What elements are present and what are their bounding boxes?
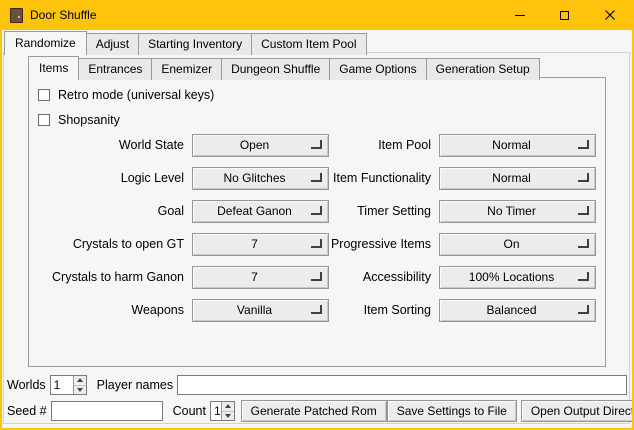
count-spinner[interactable]: 1: [210, 401, 235, 421]
open-output-directory-button[interactable]: Open Output Directory: [521, 400, 634, 422]
spinner-up-icon[interactable]: [222, 402, 234, 412]
sub-tab-bar: Items Entrances Enemizer Dungeon Shuffle…: [28, 56, 540, 80]
retro-mode-label: Retro mode (universal keys): [58, 88, 214, 102]
titlebar: Door Shuffle: [2, 0, 632, 30]
maximize-icon: [560, 11, 569, 20]
close-icon: [605, 10, 615, 20]
shopsanity-checkbox[interactable]: Shopsanity: [38, 112, 120, 128]
item-sorting-dropdown[interactable]: Balanced: [439, 299, 596, 322]
progressive-items-value: On: [440, 234, 595, 255]
worlds-label: Worlds: [7, 378, 46, 392]
seed-input[interactable]: [51, 401, 163, 421]
tab-generation-setup[interactable]: Generation Setup: [426, 58, 540, 80]
seed-label: Seed #: [7, 404, 47, 418]
option-row: Crystals to open GT 7 Progressive Items …: [29, 233, 605, 256]
tab-dungeon-shuffle[interactable]: Dungeon Shuffle: [221, 58, 330, 80]
accessibility-label: Accessibility: [277, 266, 431, 289]
maximize-button[interactable]: [542, 0, 587, 30]
option-row: Logic Level No Glitches Item Functionali…: [29, 167, 605, 190]
checkbox-box-icon: [38, 114, 50, 126]
tab-custom-item-pool[interactable]: Custom Item Pool: [251, 33, 366, 55]
main-tab-bar: Randomize Adjust Starting Inventory Cust…: [4, 31, 367, 55]
goal-label: Goal: [29, 200, 184, 223]
count-value: 1: [211, 402, 221, 420]
dropdown-indicator-icon: [578, 140, 589, 149]
spinner-down-icon[interactable]: [222, 412, 234, 421]
player-names-input[interactable]: [177, 375, 627, 395]
option-row: Goal Defeat Ganon Timer Setting No Timer: [29, 200, 605, 223]
timer-setting-label: Timer Setting: [277, 200, 431, 223]
crystals-open-gt-label: Crystals to open GT: [29, 233, 184, 256]
spinner-down-icon[interactable]: [74, 386, 86, 395]
tab-starting-inventory[interactable]: Starting Inventory: [138, 33, 252, 55]
progressive-items-dropdown[interactable]: On: [439, 233, 596, 256]
item-functionality-value: Normal: [440, 168, 595, 189]
generate-patched-rom-button[interactable]: Generate Patched Rom: [241, 400, 387, 422]
item-sorting-value: Balanced: [440, 300, 595, 321]
tab-randomize[interactable]: Randomize: [4, 31, 87, 55]
weapons-label: Weapons: [29, 299, 184, 322]
checkbox-box-icon: [38, 89, 50, 101]
accessibility-value: 100% Locations: [440, 267, 595, 288]
crystals-harm-ganon-label: Crystals to harm Ganon: [29, 266, 184, 289]
dropdown-indicator-icon: [578, 305, 589, 314]
count-label: Count: [173, 404, 206, 418]
item-pool-label: Item Pool: [277, 134, 431, 157]
worlds-row: Worlds 1 Player names: [7, 374, 627, 396]
retro-mode-checkbox[interactable]: Retro mode (universal keys): [38, 87, 214, 103]
minimize-icon: [515, 15, 525, 16]
tab-adjust[interactable]: Adjust: [86, 33, 139, 55]
option-row: Crystals to harm Ganon 7 Accessibility 1…: [29, 266, 605, 289]
dropdown-indicator-icon: [578, 173, 589, 182]
app-icon: [10, 8, 23, 23]
door-shuffle-window: Door Shuffle Randomize Adjust Starting I…: [0, 0, 634, 430]
tab-entrances[interactable]: Entrances: [78, 58, 152, 80]
items-pane: Retro mode (universal keys) Shopsanity W…: [28, 77, 606, 367]
progressive-items-label: Progressive Items: [277, 233, 431, 256]
timer-setting-value: No Timer: [440, 201, 595, 222]
tab-items[interactable]: Items: [28, 56, 79, 80]
logic-level-label: Logic Level: [29, 167, 184, 190]
option-row: World State Open Item Pool Normal: [29, 134, 605, 157]
worlds-value: 1: [51, 376, 73, 394]
window-title: Door Shuffle: [30, 8, 97, 22]
item-functionality-label: Item Functionality: [277, 167, 431, 190]
accessibility-dropdown[interactable]: 100% Locations: [439, 266, 596, 289]
worlds-spinner[interactable]: 1: [50, 375, 87, 395]
item-functionality-dropdown[interactable]: Normal: [439, 167, 596, 190]
item-pool-dropdown[interactable]: Normal: [439, 134, 596, 157]
window-controls: [497, 0, 632, 30]
item-pool-value: Normal: [440, 135, 595, 156]
option-row: Weapons Vanilla Item Sorting Balanced: [29, 299, 605, 322]
item-sorting-label: Item Sorting: [277, 299, 431, 322]
save-settings-button[interactable]: Save Settings to File: [387, 400, 517, 422]
player-names-label: Player names: [97, 378, 173, 392]
dropdown-indicator-icon: [578, 206, 589, 215]
world-state-label: World State: [29, 134, 184, 157]
client-area: Randomize Adjust Starting Inventory Cust…: [2, 30, 632, 426]
close-button[interactable]: [587, 0, 632, 30]
seed-row: Seed # Count 1 Generate Patched Rom Save…: [7, 399, 627, 423]
shopsanity-label: Shopsanity: [58, 113, 120, 127]
dropdown-indicator-icon: [578, 239, 589, 248]
tab-game-options[interactable]: Game Options: [329, 58, 426, 80]
dropdown-indicator-icon: [578, 272, 589, 281]
tab-enemizer[interactable]: Enemizer: [151, 58, 222, 80]
timer-setting-dropdown[interactable]: No Timer: [439, 200, 596, 223]
spinner-up-icon[interactable]: [74, 376, 86, 386]
minimize-button[interactable]: [497, 0, 542, 30]
